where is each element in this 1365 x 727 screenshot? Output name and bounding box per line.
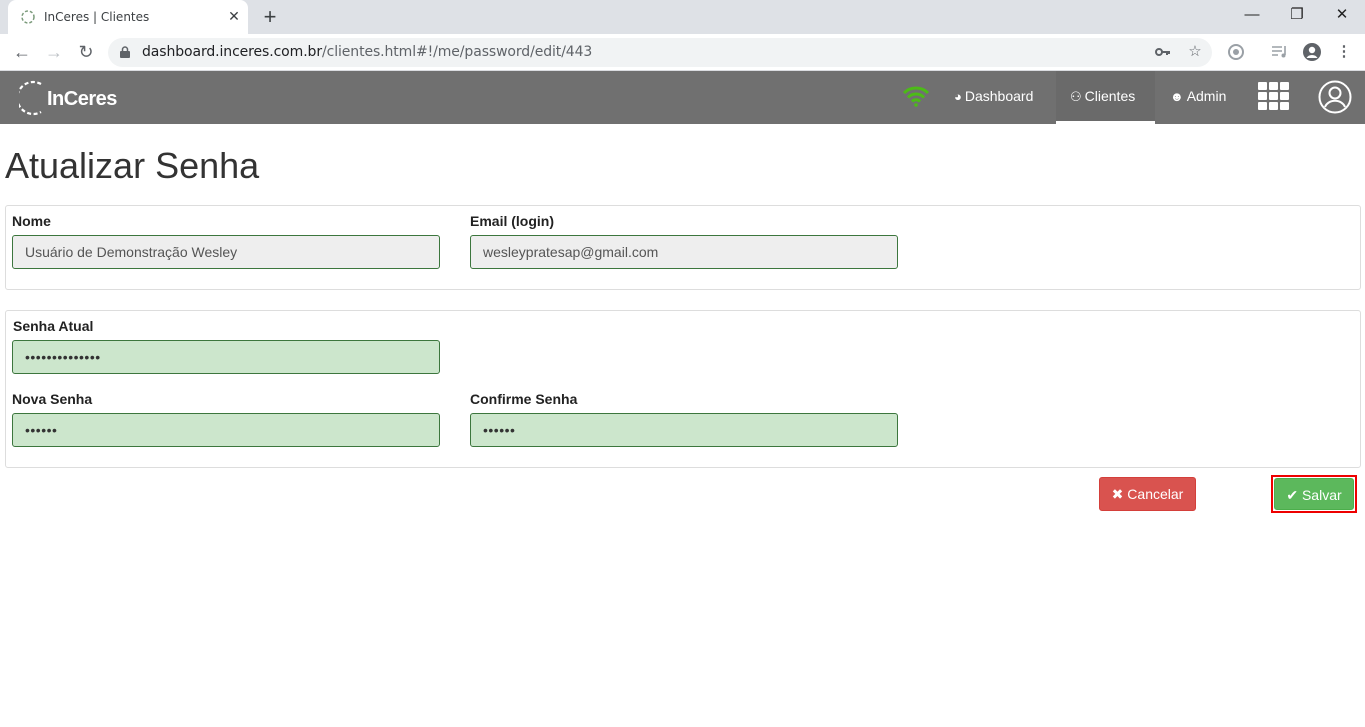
profile-panel: Nome Usuário de Demonstração Wesley Emai… (5, 205, 1361, 290)
times-icon: ✖ (1111, 486, 1124, 502)
reload-icon[interactable]: ↻ (74, 40, 98, 64)
new-password-label: Nova Senha (12, 391, 93, 407)
page-title: Atualizar Senha (5, 145, 260, 186)
save-button[interactable]: ✔ Salvar (1274, 478, 1354, 510)
browser-toolbar: ← → ↻ dashboard.inceres.com.br/clientes.… (0, 34, 1365, 71)
user-account-icon[interactable] (1318, 80, 1352, 114)
address-bar[interactable]: dashboard.inceres.com.br/clientes.html#!… (108, 38, 1212, 67)
cancel-button[interactable]: ✖ Cancelar (1099, 477, 1196, 511)
minimize-button[interactable]: — (1229, 0, 1275, 30)
current-password-input[interactable]: •••••••••••••• (12, 340, 440, 374)
maximize-button[interactable]: ❐ (1274, 0, 1320, 30)
back-arrow-icon[interactable]: ← (10, 40, 34, 64)
media-queue-icon[interactable] (1270, 42, 1290, 62)
new-password-input[interactable]: •••••• (12, 413, 440, 447)
user-plus-icon: ☻ (1170, 89, 1184, 104)
nav-dashboard-label: Dashboard (964, 88, 1034, 104)
browser-tab-strip: InCeres | Clientes ✕ + — ❐ ✕ (0, 0, 1365, 34)
url-path: /clientes.html#!/me/password/edit/443 (321, 44, 593, 60)
inceres-logo[interactable]: InCeres (16, 78, 117, 118)
forward-arrow-icon[interactable]: → (42, 40, 66, 64)
inceres-logo-icon (16, 80, 42, 116)
confirm-password-label: Confirme Senha (470, 391, 578, 407)
profile-icon[interactable] (1302, 42, 1322, 62)
save-button-label: Salvar (1301, 487, 1342, 503)
save-button-highlight: ✔ Salvar (1271, 475, 1357, 513)
nav-dashboard[interactable]: ◕ Dashboard (940, 71, 1047, 124)
name-label: Nome (12, 213, 51, 229)
bookmark-star-icon[interactable]: ☆ (1186, 43, 1204, 61)
tab-title: InCeres | Clientes (44, 10, 150, 24)
inceres-favicon-icon (21, 10, 35, 24)
nav-admin[interactable]: ☻ Admin (1156, 71, 1240, 124)
dashboard-icon: ◕ (954, 89, 962, 104)
nav-clientes-label: Clientes (1084, 88, 1136, 104)
confirm-password-input[interactable]: •••••• (470, 413, 898, 447)
name-field: Usuário de Demonstração Wesley (12, 235, 440, 269)
wifi-status-icon (902, 86, 930, 107)
check-icon: ✔ (1286, 487, 1299, 503)
logo-text: InCeres (47, 88, 117, 110)
new-tab-button[interactable]: + (259, 6, 281, 28)
lock-icon (120, 46, 130, 58)
users-icon: ⚇ (1070, 89, 1082, 104)
tab-close-icon[interactable]: ✕ (226, 8, 242, 24)
browser-tab[interactable]: InCeres | Clientes ✕ (8, 0, 248, 34)
apps-grid-icon[interactable] (1258, 82, 1290, 110)
nav-admin-label: Admin (1186, 88, 1227, 104)
app-navbar: InCeres ◕ Dashboard ⚇ Clientes ☻ Admin (0, 71, 1365, 124)
menu-kebab-icon[interactable]: ⋮ (1334, 42, 1354, 62)
nav-clientes[interactable]: ⚇ Clientes (1056, 71, 1155, 124)
password-panel: Senha Atual •••••••••••••• Nova Senha ••… (5, 310, 1361, 468)
email-label: Email (login) (470, 213, 554, 229)
current-password-label: Senha Atual (13, 318, 94, 334)
url-text: dashboard.inceres.com.br/clientes.html#!… (142, 44, 592, 60)
cancel-button-label: Cancelar (1127, 486, 1184, 502)
key-icon[interactable] (1154, 43, 1172, 61)
extension-icon[interactable] (1226, 42, 1246, 62)
window-close-button[interactable]: ✕ (1319, 0, 1365, 30)
url-host: dashboard.inceres.com.br (142, 44, 322, 60)
email-field: wesleypratesap@gmail.com (470, 235, 898, 269)
